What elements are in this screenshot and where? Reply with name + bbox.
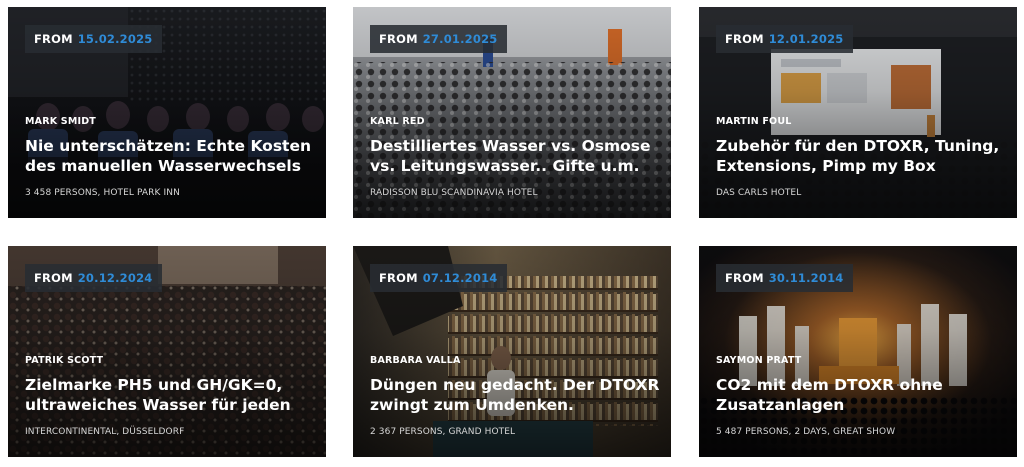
date-badge: FROM 07.12.2014 bbox=[370, 264, 507, 292]
event-author: KARL RED bbox=[370, 116, 425, 127]
date-badge: FROM 20.12.2024 bbox=[25, 264, 162, 292]
event-date: 12.01.2025 bbox=[768, 32, 844, 46]
from-label: FROM bbox=[725, 271, 764, 285]
event-title[interactable]: Zubehör für den DTOXR, Tuning, Extension… bbox=[716, 136, 1012, 176]
event-card[interactable]: FROM 27.01.2025 KARL RED Destilliertes W… bbox=[353, 7, 671, 218]
event-date: 20.12.2024 bbox=[77, 271, 153, 285]
event-author: MARTIN FOUL bbox=[716, 116, 792, 127]
event-meta: INTERCONTINENTAL, DÜSSELDORF bbox=[25, 427, 185, 437]
event-title[interactable]: CO2 mit dem DTOXR ohne Zusatzanlagen bbox=[716, 375, 1012, 415]
event-card[interactable]: FROM 20.12.2024 PATRIK SCOTT Zielmarke P… bbox=[8, 246, 326, 457]
event-author: MARK SMIDT bbox=[25, 116, 96, 127]
event-card[interactable]: FROM 12.01.2025 MARTIN FOUL Zubehör für … bbox=[699, 7, 1017, 218]
date-badge: FROM 15.02.2025 bbox=[25, 25, 162, 53]
event-date: 27.01.2025 bbox=[422, 32, 498, 46]
from-label: FROM bbox=[34, 271, 73, 285]
date-badge: FROM 12.01.2025 bbox=[716, 25, 853, 53]
from-label: FROM bbox=[725, 32, 764, 46]
event-card[interactable]: FROM 30.11.2014 SAYMON PRATT CO2 mit dem… bbox=[699, 246, 1017, 457]
event-meta: 3 458 PERSONS, HOTEL PARK INN bbox=[25, 188, 180, 198]
event-title[interactable]: Düngen neu gedacht. Der DTOXR zwingt zum… bbox=[370, 375, 666, 415]
events-grid: FROM 15.02.2025 MARK SMIDT Nie unterschä… bbox=[0, 0, 1024, 467]
date-badge: FROM 30.11.2014 bbox=[716, 264, 853, 292]
date-badge: FROM 27.01.2025 bbox=[370, 25, 507, 53]
event-date: 07.12.2014 bbox=[422, 271, 498, 285]
event-author: PATRIK SCOTT bbox=[25, 355, 104, 366]
event-author: BARBARA VALLA bbox=[370, 355, 461, 366]
from-label: FROM bbox=[379, 271, 418, 285]
event-author: SAYMON PRATT bbox=[716, 355, 802, 366]
event-date: 15.02.2025 bbox=[77, 32, 153, 46]
event-title[interactable]: Destilliertes Wasser vs. Osmose vs. Leit… bbox=[370, 136, 666, 176]
event-meta: RADISSON BLU SCANDINAVIA HOTEL bbox=[370, 188, 538, 198]
event-card[interactable]: FROM 07.12.2014 BARBARA VALLA Düngen neu… bbox=[353, 246, 671, 457]
event-meta: 5 487 PERSONS, 2 DAYS, GREAT SHOW bbox=[716, 427, 896, 437]
from-label: FROM bbox=[379, 32, 418, 46]
event-meta: 2 367 PERSONS, GRAND HOTEL bbox=[370, 427, 516, 437]
event-card[interactable]: FROM 15.02.2025 MARK SMIDT Nie unterschä… bbox=[8, 7, 326, 218]
event-title[interactable]: Nie unterschätzen: Echte Kosten des manu… bbox=[25, 136, 321, 176]
from-label: FROM bbox=[34, 32, 73, 46]
event-title[interactable]: Zielmarke PH5 und GH/GK=0, ultraweiches … bbox=[25, 375, 321, 415]
event-date: 30.11.2014 bbox=[768, 271, 844, 285]
event-meta: DAS CARLS HOTEL bbox=[716, 188, 802, 198]
